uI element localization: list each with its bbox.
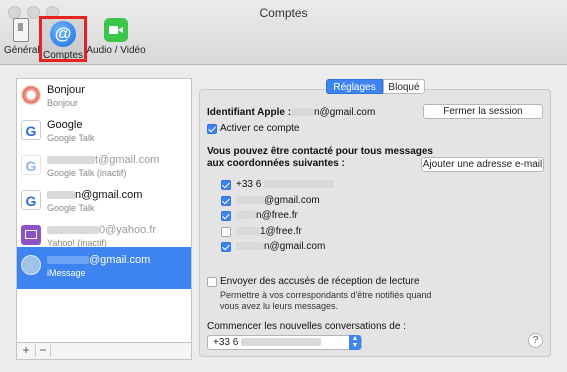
account-service: Google Talk (inactif): [47, 168, 127, 178]
address-label: n@gmail.com: [236, 241, 325, 252]
toolbar-general[interactable]: Général: [4, 18, 40, 56]
help-button[interactable]: ?: [528, 333, 543, 348]
address-checkbox[interactable]: [221, 196, 231, 206]
address-label: n@free.fr: [236, 210, 298, 221]
read-receipts-description-line1: Permettre à vos correspondants d'être no…: [220, 290, 432, 300]
address-checkbox[interactable]: [221, 227, 231, 237]
address-checkbox[interactable]: [221, 242, 231, 252]
toolbar-accounts[interactable]: @ Comptes: [42, 21, 84, 61]
toolbar-accounts-label: Comptes: [42, 50, 83, 61]
read-receipts-checkbox[interactable]: [207, 277, 217, 287]
yahoo-mail-icon: [21, 225, 41, 245]
account-name: Bonjour: [47, 84, 85, 96]
general-switch-icon: [13, 18, 29, 42]
google-icon: G: [21, 120, 41, 140]
activate-account-checkbox[interactable]: [207, 124, 217, 134]
account-name: @gmail.com: [47, 254, 150, 266]
address-label: @gmail.com: [236, 195, 320, 206]
read-receipts-description-line2: vous avez lu leurs messages.: [220, 301, 339, 311]
logout-button[interactable]: Fermer la session: [423, 104, 543, 119]
account-service: iMessage: [47, 268, 86, 278]
account-name: n@gmail.com: [47, 189, 142, 201]
toolbar-general-label: Général: [4, 45, 40, 56]
start-conversations-value: +33 6: [213, 337, 322, 348]
google-icon: G: [21, 190, 41, 210]
at-sign-icon: @: [50, 21, 76, 47]
accounts-list-footer: + −: [17, 342, 191, 359]
apple-id-value: n@gmail.com: [291, 107, 375, 118]
address-checkbox[interactable]: [221, 211, 231, 221]
tab-blocked[interactable]: Bloqué: [383, 79, 425, 94]
bonjour-icon: [21, 85, 41, 105]
remove-account-button[interactable]: −: [35, 344, 51, 357]
chevron-updown-icon: ▲ ▼: [349, 335, 361, 350]
google-icon: G: [21, 155, 41, 175]
add-account-button[interactable]: +: [19, 344, 33, 357]
account-name: Google: [47, 119, 83, 131]
read-receipts-label: Envoyer des accusés de réception de lect…: [220, 276, 420, 287]
start-conversations-select[interactable]: +33 6 ▲ ▼: [207, 335, 362, 350]
account-service: Google Talk: [47, 133, 95, 143]
contact-heading-line1: Vous pouvez être contacté pour tous mess…: [207, 146, 433, 157]
tab-settings[interactable]: Réglages: [326, 79, 383, 94]
address-checkbox[interactable]: [221, 180, 231, 190]
account-name: 0@yahoo.fr: [47, 224, 156, 236]
activate-account-label: Activer ce compte: [220, 123, 300, 134]
start-conversations-label: Commencer les nouvelles conversations de…: [207, 321, 406, 332]
account-imessage[interactable]: @gmail.com iMessage: [17, 247, 191, 289]
contact-heading-line2: aux coordonnées suivantes :: [207, 158, 345, 169]
account-service: Bonjour: [47, 98, 79, 108]
apple-id-label: Identifiant Apple :: [207, 107, 292, 118]
account-name: t@gmail.com: [47, 154, 159, 166]
imessage-icon: [21, 255, 41, 275]
add-email-button[interactable]: Ajouter une adresse e-mail: [421, 157, 544, 172]
address-label: +33 6: [236, 179, 335, 190]
video-camera-icon: [104, 18, 128, 42]
title-bar: Comptes Général @ Comptes Audio / Vidéo: [0, 0, 567, 65]
toolbar-audio-video-label: Audio / Vidéo: [86, 45, 146, 56]
account-service: Google Talk: [47, 203, 95, 213]
toolbar-audio-video[interactable]: Audio / Vidéo: [86, 18, 146, 56]
address-label: 1@free.fr: [236, 226, 302, 237]
accounts-list[interactable]: Bonjour Bonjour G Google Google Talk G t…: [16, 78, 192, 360]
